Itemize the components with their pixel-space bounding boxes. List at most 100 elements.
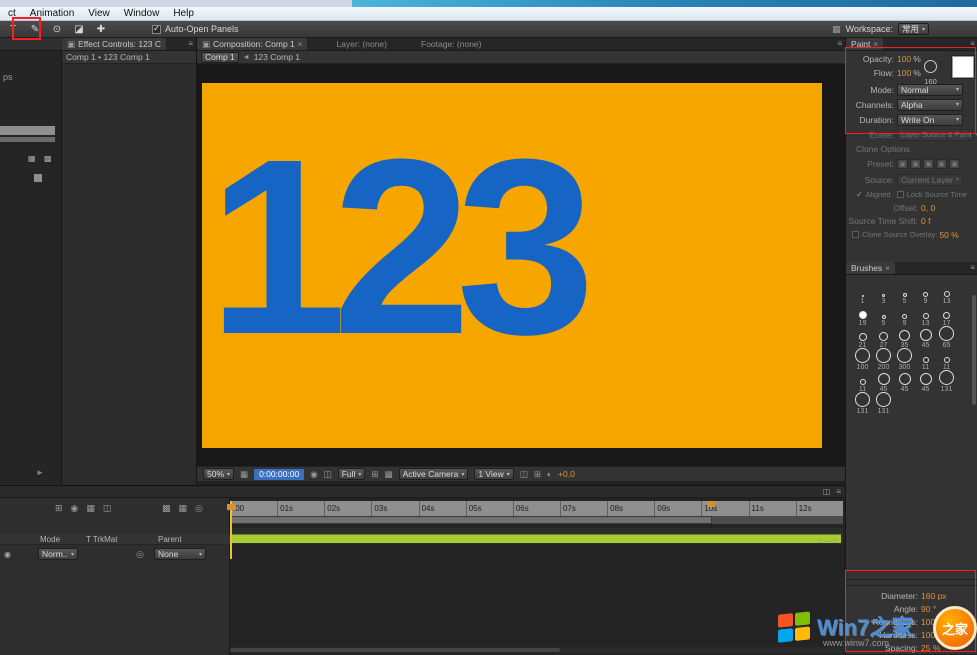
clone-stamp-tool-icon[interactable]: ⊙ — [48, 24, 66, 35]
timeline-graph-icon[interactable]: ◫ — [823, 487, 831, 496]
parent-dropdown[interactable]: None ▾ — [154, 548, 206, 560]
panel-menu-icon[interactable]: ≡ — [837, 38, 842, 50]
tab-footage[interactable]: Footage: (none) — [416, 38, 486, 50]
mode-column-header[interactable]: Mode — [40, 535, 60, 544]
brush-tool-icon[interactable]: ✎ — [26, 24, 44, 35]
hscrollbar-thumb[interactable] — [230, 648, 560, 652]
eye-icon[interactable]: ◉ — [4, 550, 11, 559]
motion-blur-icon[interactable]: ◎ — [195, 503, 203, 514]
close-icon[interactable]: × — [873, 40, 878, 49]
tab-effect-controls[interactable]: ▣ Effect Controls: 123 C — [62, 38, 166, 50]
composition-viewer[interactable]: 123 — [197, 64, 845, 466]
brush-preset[interactable]: 45 — [894, 371, 915, 393]
close-icon[interactable]: × — [885, 264, 890, 273]
snapshot-icon[interactable]: ◉ — [310, 469, 317, 480]
brush-preset[interactable]: 13 — [936, 283, 957, 305]
menu-item-animation[interactable]: Animation — [23, 8, 81, 19]
menu-item-view[interactable]: View — [81, 8, 117, 19]
expand-triangle-icon[interactable]: ► — [36, 468, 44, 477]
brush-preset[interactable]: 11 — [915, 349, 936, 371]
work-area-segment[interactable] — [230, 516, 712, 524]
panel-menu-icon[interactable]: ≡ — [970, 38, 975, 50]
brush-preset[interactable]: 21 — [852, 327, 873, 349]
brush-preset[interactable]: 300 — [894, 349, 915, 371]
menu-item-help[interactable]: Help — [166, 8, 201, 19]
tab-brushes[interactable]: Brushes × — [846, 262, 895, 274]
brush-preset[interactable]: 200 — [873, 349, 894, 371]
brushes-scrollbar[interactable] — [972, 295, 976, 405]
menu-item-ct[interactable]: ct — [1, 8, 23, 19]
graph-editor-icon[interactable]: ◫ — [103, 503, 112, 514]
resolution-dropdown[interactable]: Full ▾ — [338, 468, 366, 480]
pixel-aspect-icon[interactable]: ◫ — [520, 469, 528, 480]
shy-layers-icon[interactable]: ▩ — [162, 503, 171, 514]
puppet-pin-tool-icon[interactable]: ✚ — [92, 24, 110, 35]
type-tool-icon[interactable]: T — [4, 24, 22, 35]
close-icon[interactable]: × — [298, 40, 303, 49]
composition-mini-flowchart-icon[interactable]: ⊞ — [55, 503, 63, 514]
brush-preset[interactable]: 19 — [852, 305, 873, 327]
flow-value[interactable]: 100 — [897, 68, 911, 78]
eraser-tool-icon[interactable]: ◪ — [70, 24, 88, 35]
back-arrow-icon[interactable]: ◄ — [243, 54, 250, 61]
brush-preset[interactable]: 45 — [873, 371, 894, 393]
magnification-dropdown[interactable]: 50% ▾ — [203, 468, 234, 480]
brush-preset[interactable]: 65 — [936, 327, 957, 349]
brush-preset[interactable]: 45 — [915, 327, 936, 349]
brush-preset[interactable]: 5 — [894, 283, 915, 305]
brush-preset[interactable]: 1 — [852, 283, 873, 305]
frame-blend-icon[interactable]: ▦ — [179, 503, 188, 514]
parent-column-header[interactable]: Parent — [158, 535, 182, 544]
blend-mode-dropdown[interactable]: Norm.. ▾ — [38, 548, 78, 560]
brush-preset[interactable]: 27 — [873, 327, 894, 349]
duration-dropdown[interactable]: Write On ▾ — [897, 114, 963, 126]
live-update-icon[interactable]: ◉ — [71, 503, 79, 514]
brush-preset[interactable]: 13 — [915, 305, 936, 327]
paint-color-swatch[interactable] — [952, 56, 974, 78]
exposure-icon[interactable]: ◐ — [547, 469, 552, 479]
workspace-dropdown[interactable]: 常用 ▾ — [898, 23, 929, 35]
brush-preset[interactable]: 3 — [873, 283, 894, 305]
active-camera-dropdown[interactable]: Active Camera ▾ — [399, 468, 469, 480]
panel-menu-icon[interactable]: ≡ — [188, 38, 193, 50]
trkmat-column-header[interactable]: T TrkMat — [86, 535, 117, 544]
brush-preset[interactable]: 9 — [915, 283, 936, 305]
current-time-field[interactable]: 0:00:00:00 — [254, 469, 304, 480]
timeline-zoom-slider[interactable]: ○—○ — [818, 538, 839, 545]
brush-preset[interactable]: 131 — [873, 393, 894, 415]
tab-layer[interactable]: Layer: (none) — [331, 38, 392, 50]
fast-preview-icon[interactable]: ⊞ — [534, 469, 541, 480]
brush-preset[interactable]: 35 — [894, 327, 915, 349]
brush-preset[interactable]: 131 — [936, 371, 957, 393]
brush-preset[interactable]: 100 — [852, 349, 873, 371]
timeline-marker[interactable] — [707, 501, 715, 507]
show-channels-icon[interactable]: ◫ — [324, 469, 332, 480]
panel-menu-icon[interactable]: ≡ — [970, 262, 975, 274]
panel-menu-icon[interactable]: ≡ — [836, 487, 841, 496]
current-time-indicator[interactable] — [230, 501, 232, 559]
composition-canvas[interactable]: 123 — [202, 83, 822, 448]
brush-preset[interactable]: 11 — [852, 371, 873, 393]
view-layout-dropdown[interactable]: 1 View ▾ — [474, 468, 513, 480]
cti-grab-handle[interactable] — [227, 504, 236, 510]
brush-preset[interactable]: 131 — [852, 393, 873, 415]
brush-preset[interactable]: 9 — [894, 305, 915, 327]
layer-row[interactable]: ◉ Norm.. ▾ ◎ None ▾ — [0, 547, 230, 561]
region-of-interest-icon[interactable]: ⊞ — [371, 469, 378, 480]
brush-preset[interactable]: 17 — [936, 305, 957, 327]
draft-3d-icon[interactable]: ▦ — [86, 503, 95, 514]
setting-value[interactable]: 160 px — [921, 591, 947, 601]
brush-preset[interactable]: 5 — [873, 305, 894, 327]
menu-item-window[interactable]: Window — [117, 8, 167, 19]
crumb-comp-button[interactable]: Comp 1 — [201, 52, 239, 63]
transparency-grid-icon[interactable]: ▩ — [385, 469, 393, 480]
tab-paint[interactable]: Paint × — [846, 38, 883, 50]
channels-dropdown[interactable]: Alpha ▾ — [897, 99, 963, 111]
brush-preset[interactable]: 45 — [915, 371, 936, 393]
layer-duration-bar[interactable] — [232, 534, 841, 543]
exposure-value[interactable]: +0.0 — [558, 469, 575, 479]
auto-open-panels-checkbox[interactable]: ✓ Auto-Open Panels — [152, 24, 239, 34]
time-ruler[interactable]: :0001s02s03s04s05s06s07s08s09s10s11s12s — [230, 501, 843, 516]
brush-preset[interactable]: 11 — [936, 349, 957, 371]
parent-pickwhip-icon[interactable]: ◎ — [136, 549, 144, 560]
